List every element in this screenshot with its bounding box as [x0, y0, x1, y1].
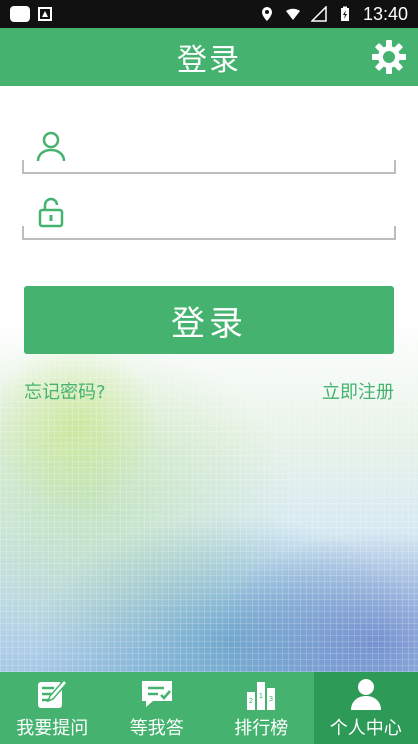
clock: 13:40: [362, 3, 408, 24]
ranking-icon: 2 1 3: [247, 682, 276, 710]
password-input[interactable]: [78, 191, 394, 233]
unlock-icon: [38, 197, 64, 228]
auth-links: 忘记密码? 立即注册: [24, 378, 394, 404]
notification-square-icon: [10, 6, 30, 22]
edit-icon: [38, 678, 69, 708]
forgot-password-link[interactable]: 忘记密码?: [24, 378, 106, 404]
svg-text:3: 3: [269, 695, 273, 703]
username-input[interactable]: [78, 125, 394, 167]
app-bar: 登录: [0, 28, 418, 86]
svg-text:1: 1: [259, 692, 263, 700]
svg-text:2: 2: [249, 697, 253, 705]
tab-personal-center[interactable]: 个人中心: [313, 672, 418, 744]
field-edge-right: [394, 226, 396, 240]
wifi-icon: [285, 8, 300, 20]
tab-ranking[interactable]: 2 1 3 排行榜: [209, 672, 314, 744]
username-field[interactable]: [22, 120, 396, 174]
field-edge-left: [22, 226, 24, 240]
chat-check-icon: [141, 681, 172, 707]
notification-icons: [0, 6, 52, 22]
status-bar: 13:40: [0, 0, 418, 28]
page-title: 登录: [177, 43, 241, 78]
tab-wait-answer[interactable]: 等我答: [105, 672, 210, 744]
system-icons: 13:40: [259, 4, 418, 25]
field-edge-right: [394, 160, 396, 174]
tab-ask-question[interactable]: 我要提问: [0, 672, 105, 744]
battery-charging-icon: [340, 6, 349, 21]
tab-label: 个人中心: [329, 718, 402, 739]
location-icon: [261, 7, 272, 21]
tab-label: 我要提问: [16, 718, 89, 739]
person-icon: [350, 679, 381, 710]
tab-label: 等我答: [129, 718, 184, 739]
register-link[interactable]: 立即注册: [322, 378, 394, 404]
login-button[interactable]: 登录: [24, 286, 394, 354]
password-field[interactable]: [22, 186, 396, 240]
notification-a-icon: [38, 7, 52, 21]
bottom-tab-bar: 我要提问 等我答 2 1 3 排行榜 个人中心: [0, 672, 418, 744]
field-edge-left: [22, 160, 24, 174]
tab-label: 排行榜: [234, 718, 289, 739]
gear-icon[interactable]: [370, 38, 408, 76]
user-icon: [36, 131, 66, 162]
signal-icon: [310, 6, 327, 22]
